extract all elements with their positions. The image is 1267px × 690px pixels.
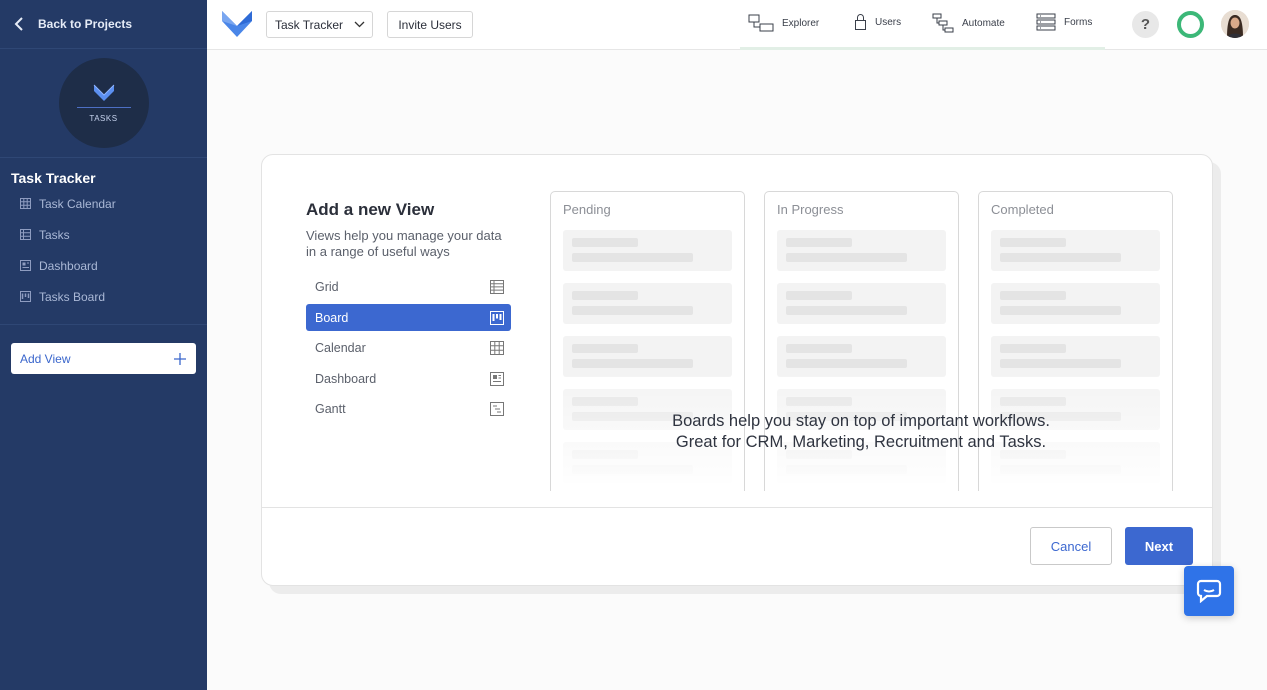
- dashboard-icon: [20, 260, 31, 271]
- nav-label: Users: [875, 16, 902, 28]
- chat-bubble-icon: [1196, 579, 1222, 603]
- nav-users[interactable]: Users: [854, 13, 901, 31]
- chat-launcher-button[interactable]: [1184, 566, 1234, 616]
- sidebar: Back to Projects TASKS Task Tracker Task…: [0, 0, 207, 690]
- placeholder-card: [777, 283, 946, 324]
- board-icon: [20, 291, 31, 302]
- app-logo[interactable]: [221, 9, 253, 44]
- placeholder-card: [991, 283, 1160, 324]
- sidebar-item-label: Task Calendar: [39, 196, 116, 211]
- placeholder-card: [563, 230, 732, 271]
- sidebar-item-task-calendar[interactable]: Task Calendar: [0, 188, 207, 219]
- avatar[interactable]: [1221, 10, 1249, 38]
- next-button[interactable]: Next: [1125, 527, 1193, 565]
- top-navigation: Explorer Users Automate Forms: [740, 0, 1105, 50]
- progress-ring[interactable]: [1176, 10, 1205, 44]
- project-select[interactable]: Task Tracker: [266, 11, 373, 38]
- explorer-icon: [748, 14, 774, 32]
- sidebar-item-label: Dashboard: [39, 258, 98, 273]
- dashboard-icon: [490, 371, 504, 386]
- back-label: Back to Projects: [38, 17, 133, 31]
- grid-icon: [20, 229, 31, 240]
- placeholder-card: [777, 230, 946, 271]
- modal-subtitle: Views help you manage your data in a ran…: [306, 228, 502, 259]
- chevron-left-icon: [14, 17, 23, 31]
- view-option-label: Calendar: [315, 340, 366, 355]
- sidebar-item-label: Tasks Board: [39, 289, 106, 304]
- back-to-projects-link[interactable]: Back to Projects: [0, 0, 207, 49]
- user-avatar-icon: [1221, 10, 1249, 38]
- view-description: Boards help you stay on top of important…: [552, 411, 1170, 453]
- project-select-value: Task Tracker: [275, 17, 344, 32]
- add-view-button[interactable]: Add View: [11, 343, 196, 374]
- project-title: Task Tracker: [11, 170, 96, 186]
- top-bar: Task Tracker Invite Users Explorer Users…: [207, 0, 1267, 50]
- sidebar-divider: [0, 324, 207, 325]
- cancel-label: Cancel: [1050, 538, 1092, 554]
- nav-label: Forms: [1064, 16, 1093, 28]
- logo-text: TASKS: [89, 114, 118, 123]
- view-description-line: Boards help you stay on top of important…: [672, 412, 1050, 430]
- modal-title: Add a new View: [306, 200, 435, 219]
- placeholder-card: [991, 230, 1160, 271]
- nav-label: Automate: [962, 17, 1005, 29]
- add-view-label: Add View: [20, 351, 71, 366]
- nav-explorer[interactable]: Explorer: [748, 13, 819, 33]
- placeholder-card: [563, 283, 732, 324]
- app-logo-icon: [93, 84, 114, 101]
- column-header: Completed: [991, 202, 1054, 217]
- view-option-dashboard[interactable]: Dashboard: [306, 365, 511, 392]
- nav-forms[interactable]: Forms: [1036, 13, 1092, 31]
- project-logo-area: TASKS: [0, 49, 207, 158]
- add-view-modal: Add a new View Views help you manage you…: [261, 154, 1213, 586]
- modal-footer-divider: [262, 507, 1212, 508]
- nav-label: Explorer: [782, 17, 820, 29]
- view-option-calendar[interactable]: Calendar: [306, 334, 511, 361]
- view-option-label: Grid: [315, 279, 339, 294]
- view-option-label: Gantt: [315, 401, 346, 416]
- grid-icon: [490, 279, 504, 294]
- cancel-button[interactable]: Cancel: [1030, 527, 1112, 565]
- calendar-grid-icon: [20, 198, 31, 209]
- view-option-gantt[interactable]: Gantt: [306, 395, 511, 422]
- invite-users-label: Invite Users: [398, 17, 462, 32]
- nav-underline: [740, 47, 1105, 50]
- view-option-grid[interactable]: Grid: [306, 273, 511, 300]
- forms-icon: [1036, 13, 1056, 31]
- automate-icon: [932, 13, 954, 33]
- column-header: In Progress: [777, 202, 844, 217]
- view-option-label: Board: [315, 310, 349, 325]
- sidebar-item-tasks-board[interactable]: Tasks Board: [0, 281, 207, 312]
- next-label: Next: [1144, 538, 1174, 554]
- sidebar-item-dashboard[interactable]: Dashboard: [0, 250, 207, 281]
- progress-ring-icon: [1177, 11, 1204, 38]
- sidebar-item-label: Tasks: [39, 227, 70, 242]
- view-option-board[interactable]: Board: [306, 304, 511, 331]
- view-option-label: Dashboard: [315, 371, 377, 386]
- nav-automate[interactable]: Automate: [932, 13, 1005, 33]
- lock-icon: [855, 14, 866, 30]
- logo-divider: [76, 107, 131, 108]
- column-header: Pending: [563, 202, 611, 217]
- sidebar-item-tasks[interactable]: Tasks: [0, 219, 207, 250]
- fox-logo-icon: [222, 11, 252, 37]
- invite-users-button[interactable]: Invite Users: [387, 11, 473, 38]
- chevron-down-icon: [354, 21, 365, 28]
- board-icon: [490, 310, 504, 325]
- calendar-icon: [490, 340, 504, 355]
- project-logo[interactable]: TASKS: [58, 58, 149, 148]
- plus-icon: [174, 352, 186, 365]
- help-label: ?: [1140, 16, 1151, 33]
- view-description-line: Great for CRM, Marketing, Recruitment an…: [675, 433, 1047, 451]
- gantt-icon: [490, 401, 504, 416]
- help-button[interactable]: ?: [1132, 11, 1159, 38]
